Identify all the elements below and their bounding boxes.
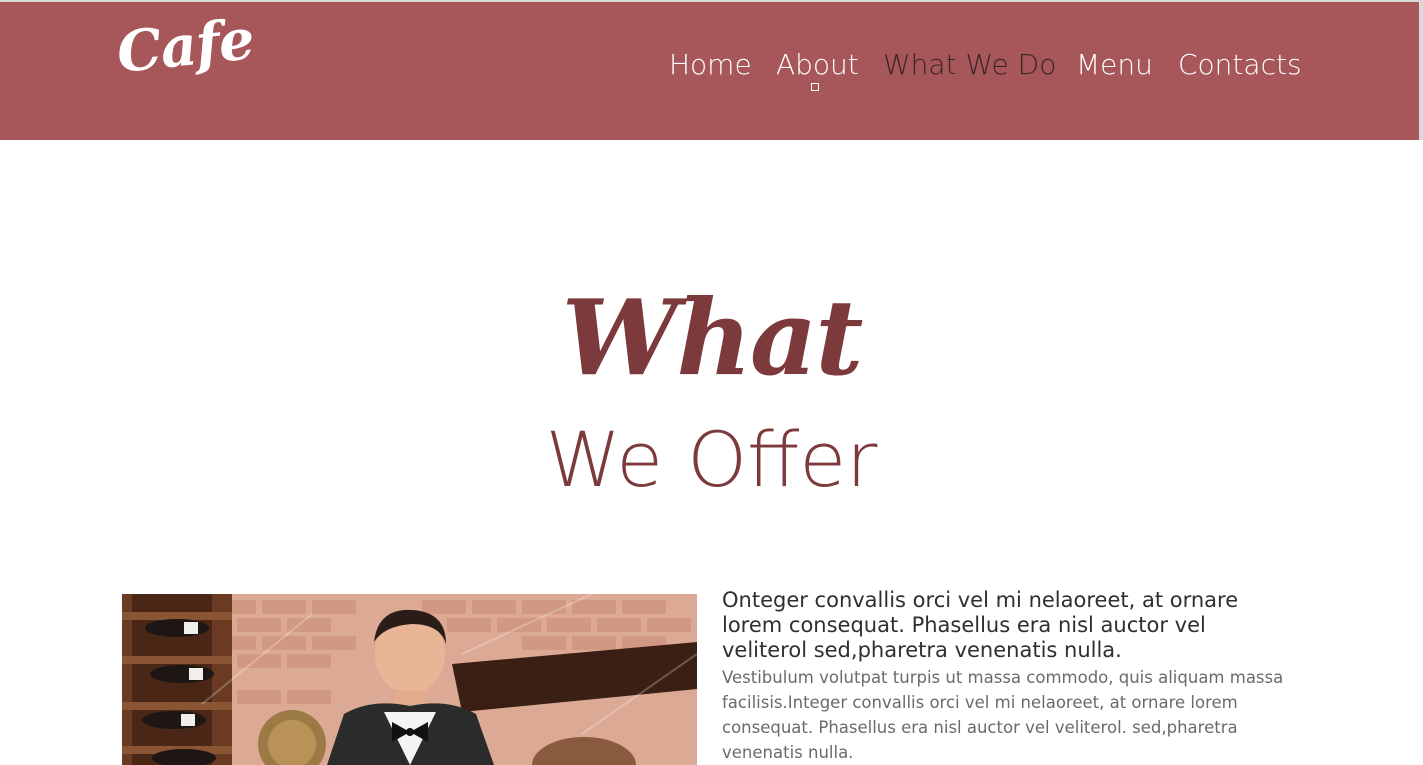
nav-about[interactable]: About <box>776 46 859 84</box>
nav-what-we-do[interactable]: What We Do <box>883 46 1056 84</box>
main-nav: Home About What We Do Menu Contacts <box>0 46 1423 86</box>
nav-home[interactable]: Home <box>669 46 752 84</box>
feature-body-text: Vestibulum volutpat turpis ut massa comm… <box>722 668 1284 762</box>
nav-menu[interactable]: Menu <box>1076 46 1153 84</box>
section-title-sub: We Offer <box>545 415 878 504</box>
waiter-photo-illustration <box>122 594 697 765</box>
section-title-script: What <box>561 276 864 399</box>
feature-image <box>122 594 697 765</box>
nav-hover-marker-icon <box>811 83 819 91</box>
nav-contacts[interactable]: Contacts <box>1178 46 1302 84</box>
feature-lead-text: Onteger convallis orci vel mi nelaoreet,… <box>722 588 1239 662</box>
page: Cafe Home About What We Do Menu Contacts… <box>0 0 1423 765</box>
